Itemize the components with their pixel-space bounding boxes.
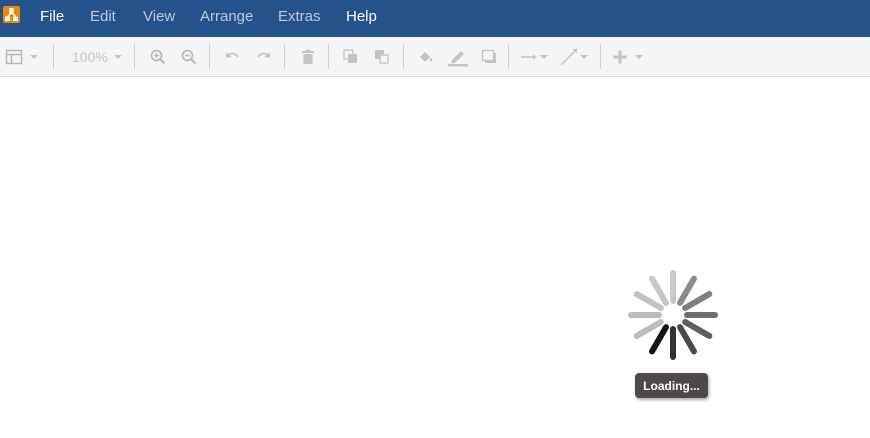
spinner-spoke <box>649 275 669 306</box>
line-color-icon <box>447 47 469 67</box>
panel-layout-button[interactable] <box>5 46 38 68</box>
redo-button[interactable] <box>255 46 273 68</box>
menu-extras[interactable]: Extras <box>278 8 321 25</box>
spinner-spoke <box>633 291 664 311</box>
drawing-canvas[interactable] <box>0 77 870 438</box>
toolbar-divider <box>600 44 601 69</box>
spinner-spoke <box>682 319 713 339</box>
chevron-down-icon <box>580 55 588 59</box>
spinner-spoke <box>677 324 697 355</box>
chevron-down-icon <box>540 55 548 59</box>
connection-dropdown[interactable] <box>520 46 548 68</box>
menu-help[interactable]: Help <box>346 8 377 25</box>
zoom-out-icon <box>180 48 198 66</box>
delete-button[interactable] <box>299 46 317 68</box>
zoom-out-button[interactable] <box>180 46 198 68</box>
shadow-button[interactable] <box>480 46 498 68</box>
fill-color-icon <box>417 48 435 66</box>
chevron-down-icon <box>113 55 122 59</box>
menu-file[interactable]: File <box>40 8 64 25</box>
spinner-spoke <box>677 275 697 306</box>
spinner-spoke <box>633 319 664 339</box>
line-color-button[interactable] <box>447 46 469 68</box>
shadow-icon <box>480 48 498 66</box>
toolbar-divider <box>134 44 135 69</box>
toolbar-divider <box>403 44 404 69</box>
to-front-icon <box>342 48 360 66</box>
toolbar-divider <box>209 44 210 69</box>
panel-layout-icon <box>5 48 23 66</box>
menu-edit[interactable]: Edit <box>90 8 116 25</box>
loading-label: Loading... <box>635 373 708 398</box>
undo-button[interactable] <box>223 46 241 68</box>
insert-dropdown[interactable] <box>612 46 643 68</box>
redo-icon <box>255 48 273 66</box>
waypoints-dropdown[interactable] <box>559 46 588 68</box>
toolbar-divider <box>328 44 329 69</box>
toolbar-divider <box>53 44 54 69</box>
menu-view[interactable]: View <box>143 8 175 25</box>
chevron-down-icon <box>30 55 38 59</box>
to-front-button[interactable] <box>342 46 360 68</box>
to-back-icon <box>373 48 391 66</box>
zoom-level: 100% <box>72 49 108 65</box>
waypoints-icon <box>559 47 579 67</box>
connection-icon <box>520 48 538 66</box>
delete-icon <box>299 48 317 66</box>
toolbar: 100% <box>0 37 870 77</box>
zoom-dropdown[interactable]: 100% <box>72 46 122 68</box>
loading-spinner-icon <box>627 269 719 366</box>
zoom-in-icon <box>149 48 167 66</box>
toolbar-divider <box>284 44 285 69</box>
drawio-logo-icon[interactable] <box>3 6 20 23</box>
toolbar-divider <box>508 44 509 69</box>
fill-color-button[interactable] <box>417 46 435 68</box>
insert-icon <box>612 49 628 65</box>
spinner-spoke <box>649 324 669 355</box>
zoom-in-button[interactable] <box>149 46 167 68</box>
menu-arrange[interactable]: Arrange <box>200 8 253 25</box>
undo-icon <box>223 48 241 66</box>
spinner-spoke <box>682 291 713 311</box>
to-back-button[interactable] <box>373 46 391 68</box>
menubar: File Edit View Arrange Extras Help <box>0 0 870 37</box>
chevron-down-icon <box>635 55 643 59</box>
